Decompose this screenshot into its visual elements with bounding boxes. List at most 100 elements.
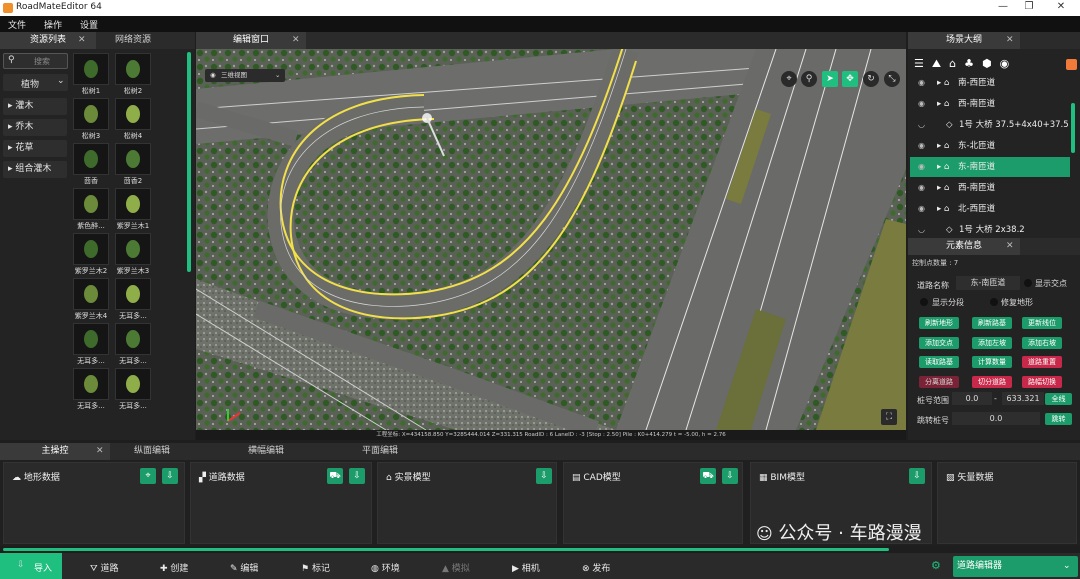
hidden-icon[interactable]: ◡ xyxy=(918,220,925,240)
expand-icon[interactable]: ▸ ⌂ xyxy=(937,94,949,114)
tag-icon[interactable]: ◇ xyxy=(946,115,953,135)
info-action-button[interactable]: 刷新路基 xyxy=(972,317,1012,329)
close-icon[interactable]: ✕ xyxy=(292,32,300,49)
category-combined-shrub[interactable]: ▸ 组合灌木 xyxy=(3,161,67,178)
bottom-item-environment[interactable]: ◍ 环境 xyxy=(371,561,400,574)
info-action-button[interactable]: 道路重置 xyxy=(1022,356,1062,368)
menu-settings[interactable]: 设置 xyxy=(80,18,98,31)
category-dropdown[interactable]: 植物 ⌄ xyxy=(3,74,68,91)
download-icon[interactable]: ⇩ xyxy=(909,468,925,484)
bottom-item-simulate[interactable]: ▲ 模拟 xyxy=(442,561,470,574)
resource-thumbnail[interactable] xyxy=(73,278,109,310)
terrain-icon[interactable]: ⛰ xyxy=(932,57,949,70)
expand-icon[interactable]: ▸ ⌂ xyxy=(937,157,949,177)
outline-row[interactable]: ◉ ▸ ⌂ 西-南匝道 xyxy=(910,178,1070,198)
close-icon[interactable]: ✕ xyxy=(78,32,86,49)
outline-row[interactable]: ◉ ▸ ⌂ 西-南匝道 xyxy=(910,94,1070,114)
3d-viewport[interactable]: ◉ 三维视图 ⌄ ⛶ xyxy=(196,49,906,430)
resource-thumbnail[interactable] xyxy=(115,323,151,355)
info-action-button[interactable]: 计算数量 xyxy=(972,356,1012,368)
tab-scene-outline[interactable]: 场景大纲 xyxy=(908,32,1020,49)
download-icon[interactable]: ⇩ xyxy=(349,468,365,484)
menu-operate[interactable]: 操作 xyxy=(44,18,62,31)
eye-icon[interactable]: ◉ xyxy=(918,136,925,156)
close-icon[interactable]: ✕ xyxy=(1006,32,1014,49)
resource-thumbnail[interactable] xyxy=(73,368,109,400)
horizontal-scrollbar[interactable] xyxy=(3,548,889,551)
close-icon[interactable]: ✕ xyxy=(96,443,104,460)
pile-from-field[interactable]: 0.0 xyxy=(952,392,992,405)
cube-icon[interactable]: ⬢ xyxy=(982,57,1000,70)
resource-thumbnail[interactable] xyxy=(115,278,151,310)
outline-row[interactable]: ◉ ▸ ⌂ 东-北匝道 xyxy=(910,136,1070,156)
info-action-button[interactable]: 更新线位 xyxy=(1022,317,1062,329)
fullscreen-icon[interactable]: ⛶ xyxy=(881,409,897,425)
resource-thumbnail[interactable] xyxy=(73,323,109,355)
measure-icon[interactable]: ⤡ xyxy=(884,71,900,87)
resource-thumbnail[interactable] xyxy=(115,143,151,175)
location-icon[interactable]: ⌖ xyxy=(140,468,156,484)
outline-row[interactable]: ◉ ▸ ⌂ 北-西匝道 xyxy=(910,199,1070,219)
bottom-item-publish[interactable]: ⊗ 发布 xyxy=(582,561,610,574)
info-action-button[interactable]: 分离道路 xyxy=(919,376,959,388)
download-icon[interactable]: ⇩ xyxy=(536,468,552,484)
resource-thumbnail[interactable] xyxy=(73,143,109,175)
pile-to-field[interactable]: 633.321 xyxy=(1002,392,1044,405)
repair-terrain-radio[interactable] xyxy=(990,298,998,306)
tab-main-control[interactable]: 主操控 xyxy=(0,443,110,460)
play-icon[interactable]: ◉ xyxy=(1000,57,1018,70)
tab-plan-edit[interactable]: 平面编辑 xyxy=(340,443,420,460)
info-action-button[interactable]: 切分道路 xyxy=(972,376,1012,388)
tab-edit-window[interactable]: 编辑窗口 xyxy=(196,32,306,49)
category-flower[interactable]: ▸ 花草 xyxy=(3,140,67,157)
filter-icon[interactable] xyxy=(1066,59,1077,70)
close-icon[interactable]: ✕ xyxy=(1006,238,1014,255)
show-segments-radio[interactable] xyxy=(920,298,928,306)
info-action-button[interactable]: 添加右坡 xyxy=(1022,337,1062,349)
expand-icon[interactable]: ▸ ⌂ xyxy=(937,73,949,93)
pile-all-button[interactable]: 全线 xyxy=(1045,393,1072,405)
maximize-icon[interactable]: ❐ xyxy=(1019,1,1039,12)
building-icon[interactable]: ⌂ xyxy=(949,57,964,70)
download-icon[interactable]: ⇩ xyxy=(162,468,178,484)
info-action-button[interactable]: 添加交点 xyxy=(919,337,959,349)
search-input[interactable]: ⚲ 搜索 xyxy=(3,53,68,69)
show-intersection-radio[interactable] xyxy=(1024,279,1032,287)
truck-icon[interactable]: ⛟ xyxy=(700,468,716,484)
scrollbar[interactable] xyxy=(1071,103,1075,153)
bottom-item-camera[interactable]: ▶ 相机 xyxy=(512,561,540,574)
info-action-button[interactable]: 刷新地形 xyxy=(919,317,959,329)
bottom-item-mark[interactable]: ⚑ 标记 xyxy=(301,561,330,574)
bottom-item-edit[interactable]: ✎ 编辑 xyxy=(230,561,258,574)
editor-select[interactable]: 道路编辑器 ⌄ xyxy=(953,556,1078,577)
road-name-field[interactable]: 东-南匝道 xyxy=(956,276,1020,290)
eye-icon[interactable]: ◉ xyxy=(918,178,925,198)
expand-icon[interactable]: ▸ ⌂ xyxy=(937,199,949,219)
truck-icon[interactable]: ⛟ xyxy=(327,468,343,484)
jump-button[interactable]: 跳转 xyxy=(1045,413,1072,425)
category-tree[interactable]: ▸ 乔木 xyxy=(3,119,67,136)
tab-cross-edit[interactable]: 横幅编辑 xyxy=(226,443,306,460)
tag-icon[interactable]: ◇ xyxy=(946,220,953,240)
eye-icon[interactable]: ◉ xyxy=(918,199,925,219)
bottom-item-road[interactable]: ⛛ 道路 xyxy=(90,561,118,574)
info-action-button[interactable]: 读取路基 xyxy=(919,356,959,368)
tree-icon[interactable]: ♣ xyxy=(964,57,982,70)
jump-pile-field[interactable]: 0.0 xyxy=(952,412,1040,425)
close-icon[interactable]: ✕ xyxy=(1051,1,1071,12)
outline-row[interactable]: ◡ ◇ 1号 大桥 37.5+4x40+37.5 xyxy=(910,115,1070,135)
resource-thumbnail[interactable] xyxy=(115,233,151,265)
tab-network-resource[interactable]: 网络资源 xyxy=(100,32,166,49)
hidden-icon[interactable]: ◡ xyxy=(918,115,925,135)
resource-thumbnail[interactable] xyxy=(73,98,109,130)
bottom-item-create[interactable]: ✚ 创建 xyxy=(160,561,188,574)
resource-thumbnail[interactable] xyxy=(115,188,151,220)
outline-row[interactable]: ◉ ▸ ⌂ 东-南匝道 xyxy=(910,157,1070,177)
view-mode-select[interactable]: ◉ 三维视图 ⌄ xyxy=(205,69,285,82)
eye-icon[interactable]: ◉ xyxy=(918,73,925,93)
expand-icon[interactable]: ▸ ⌂ xyxy=(937,178,949,198)
resource-thumbnail[interactable] xyxy=(115,98,151,130)
download-icon[interactable]: ⇩ xyxy=(722,468,738,484)
resource-thumbnail[interactable] xyxy=(73,53,109,85)
eye-icon[interactable]: ◉ xyxy=(918,94,925,114)
